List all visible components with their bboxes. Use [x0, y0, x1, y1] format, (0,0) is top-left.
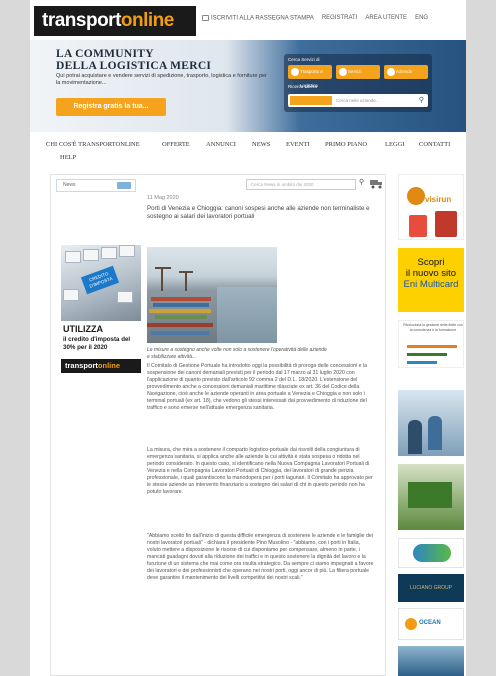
nav-item-laws[interactable]: LEGGI	[385, 141, 405, 148]
news-search-input[interactable]: Cerca News in ambito dei 2020	[246, 179, 356, 190]
search-icon[interactable]: ⚲	[359, 178, 364, 186]
main-nav: CHI COS'È TRANSPORTONLINE OFFERTE ANNUNC…	[30, 138, 466, 166]
ad-text: il credito d'imposta del 30% per il 2020	[63, 336, 131, 351]
service-services-button[interactable]: Servizi	[336, 65, 380, 79]
logo-text-main: transport	[42, 10, 121, 31]
top-bar: transportonline ISCRIVITI ALLA RASSEGNA …	[30, 0, 466, 40]
language-link[interactable]: ENG	[415, 15, 428, 21]
page: transportonline ISCRIVITI ALLA RASSEGNA …	[30, 0, 466, 676]
service-search-panel: Cerca Servizi di Trasporto e Logistica S…	[284, 54, 432, 112]
tools-icon	[339, 68, 347, 76]
truck-icon	[291, 68, 299, 76]
ocean-ad[interactable]: OCEAN	[398, 608, 464, 640]
photo-caption: Le misure a sostegno anche volte non sol…	[147, 347, 327, 360]
credit-ad[interactable]: CREDITO D'IMPOSTA UTILIZZA il credito d'…	[61, 245, 141, 377]
user-area-link[interactable]: AREA UTENTE	[365, 15, 407, 21]
hero-search-input[interactable]: Cerca nelle aziende... ⚲	[288, 94, 428, 107]
free-search-label: Ricerca Libera	[288, 84, 318, 89]
luciano-group-ad[interactable]: LUCIANO GROUP	[398, 574, 464, 602]
keyboard-image: CREDITO D'IMPOSTA	[61, 245, 141, 321]
logo-text-accent: online	[120, 10, 174, 31]
credit-key-label: CREDITO D'IMPOSTA	[80, 265, 120, 295]
people-ad[interactable]	[398, 390, 464, 456]
article-paragraph: "Abbiamo scelto fin dall'inizio di quest…	[147, 533, 374, 581]
service-companies-button[interactable]: Aziende	[384, 65, 428, 79]
nav-item-news[interactable]: NEWS	[252, 141, 270, 148]
owl-icon	[407, 187, 425, 205]
nav-item-offers[interactable]: OFFERTE	[162, 141, 190, 148]
eni-multicard-ad[interactable]: Scopri il nuovo sito Eni Multicard	[398, 248, 464, 312]
news-article: 11 Mag 2020 Porti di Venezia e Chioggia:…	[147, 195, 377, 581]
search-category-select[interactable]	[290, 96, 332, 105]
ocean-logo-icon	[405, 618, 417, 630]
tab-news[interactable]: News	[56, 179, 136, 191]
rss-badge[interactable]	[117, 182, 131, 189]
nav-item-highlights[interactable]: PRIMO PIANO	[325, 141, 367, 148]
article-paragraph: Il Comitato di Gestione Portuale ha intr…	[147, 363, 368, 411]
register-link[interactable]: REGISTRATI	[322, 15, 358, 21]
partner-logo-ad[interactable]	[398, 538, 464, 568]
newsletter-icon	[202, 15, 209, 21]
hero-title: LA COMMUNITY DELLA LOGISTICA MERCI	[56, 48, 212, 72]
tab-divider	[56, 191, 136, 192]
nav-item-about[interactable]: CHI COS'È TRANSPORTONLINE	[46, 141, 140, 148]
search-icon[interactable]: ⚲	[417, 96, 426, 105]
ship-ad[interactable]	[398, 646, 464, 676]
service-transport-button[interactable]: Trasporto e Logistica	[288, 65, 332, 88]
nav-item-help[interactable]: HELP	[60, 154, 76, 161]
hero-subtitle: Qui potrai acquistare e vendere servizi …	[56, 73, 267, 86]
content-area: News Cerca News in ambito dei 2020 ⚲ CRE…	[50, 174, 386, 676]
visirun-ad[interactable]: visirun	[398, 174, 464, 240]
truck-icon	[370, 180, 382, 189]
site-logo[interactable]: transportonline	[34, 6, 196, 36]
top-links: ISCRIVITI ALLA RASSEGNA STAMPA REGISTRAT…	[202, 15, 428, 22]
register-button[interactable]: Registra gratis la tua...	[56, 98, 166, 116]
port-photo	[147, 247, 277, 343]
ad-headline: UTILIZZA	[63, 324, 103, 334]
machinery-ad[interactable]	[398, 464, 464, 530]
building-icon	[387, 68, 395, 76]
nav-item-ads[interactable]: ANNUNCI	[206, 141, 236, 148]
nav-item-events[interactable]: EVENTI	[286, 141, 309, 148]
ad-brand-logo: transportonline	[61, 359, 141, 373]
hero-banner: LA COMMUNITY DELLA LOGISTICA MERCI Qui p…	[30, 40, 466, 132]
article-date: 11 Mag 2020	[147, 195, 179, 201]
article-paragraph: La misura, che mira a sostenere il compa…	[147, 447, 373, 495]
subscribe-link[interactable]: ISCRIVITI ALLA RASSEGNA STAMPA	[202, 15, 314, 22]
article-title[interactable]: Porti di Venezia e Chioggia: canoni sosp…	[147, 205, 377, 221]
right-ads-column: visirun Scopri il nuovo sito Eni Multica…	[390, 174, 464, 676]
panel-label: Cerca Servizi di	[288, 57, 320, 62]
nav-item-contacts[interactable]: CONTATTI	[419, 141, 450, 148]
fleet-ad[interactable]: Rivoluziona la gestione delle flotte con…	[398, 320, 464, 368]
